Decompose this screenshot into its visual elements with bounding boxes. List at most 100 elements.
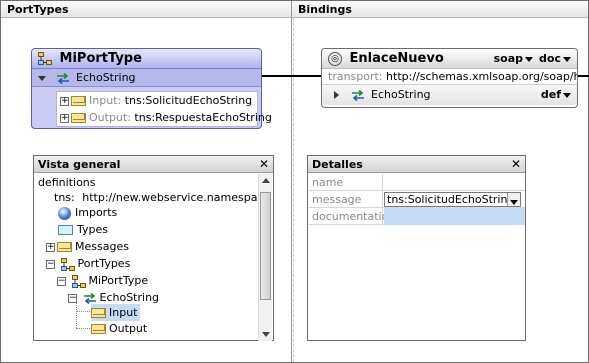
porttype-binding-connector <box>262 75 322 77</box>
details-panel-header: Detalles ✕ <box>308 156 525 173</box>
tree-line <box>76 328 90 329</box>
imports-icon <box>58 206 71 220</box>
binding-operation-name[interactable]: EchoString <box>371 88 431 101</box>
output-label: Output: <box>89 111 131 124</box>
binding-icon: ◎ <box>328 51 342 66</box>
bindings-column-header: Bindings <box>292 1 588 18</box>
scroll-down-icon[interactable] <box>262 332 270 337</box>
envelope-icon <box>91 308 106 318</box>
types-label: Types <box>77 223 108 236</box>
transport-label: transport: <box>328 70 383 83</box>
envelope-icon <box>57 242 72 252</box>
binding-transport-row[interactable]: transport: http://schemas.xmlsoap.org/so… <box>322 69 577 85</box>
input-label: Input: <box>89 94 122 107</box>
transport-value[interactable]: http://schemas.xmlsoap.org/soap/http <box>386 70 577 83</box>
tree-item-messages[interactable]: + Messages <box>46 238 129 255</box>
overview-panel-title: Vista general <box>38 158 121 171</box>
expand-arrow-icon[interactable] <box>334 91 339 99</box>
tree-item-miporttype[interactable]: − MiPortType <box>57 272 148 289</box>
porttype-icon <box>60 257 75 271</box>
tree-line <box>76 301 77 328</box>
input-item-label: Input <box>109 306 138 319</box>
select-dropdown-button[interactable] <box>507 193 520 206</box>
overview-panel: Vista general ✕ definitions tns: http://… <box>33 155 274 341</box>
envelope-icon <box>71 113 86 123</box>
column-divider[interactable] <box>291 1 292 362</box>
messages-label: Messages <box>75 240 129 253</box>
tns-value: http://new.webservice.namespace <box>82 191 271 204</box>
output-message-value[interactable]: tns:RespuestaEchoString <box>134 111 271 124</box>
scrollbar-thumb[interactable] <box>260 192 271 300</box>
tree-item-types[interactable]: Types <box>58 221 108 238</box>
binding-style-value: doc <box>539 52 561 65</box>
imports-label: Imports <box>75 206 118 219</box>
porttype-icon <box>71 274 86 288</box>
overview-panel-header: Vista general ✕ <box>34 156 273 173</box>
details-row-documentation[interactable]: documentation <box>309 208 525 225</box>
expand-plus-icon[interactable]: + <box>60 96 69 106</box>
column-guide <box>293 18 294 362</box>
details-key-documentation: documentation <box>309 208 395 225</box>
details-panel-title: Detalles <box>312 158 363 171</box>
details-key-message: message <box>309 191 383 208</box>
binding-protocol-dropdown[interactable]: soap <box>494 49 533 69</box>
collapse-minus-icon[interactable]: − <box>46 259 55 269</box>
details-row-name[interactable]: name <box>309 174 525 191</box>
expand-plus-icon[interactable]: + <box>46 242 55 252</box>
envelope-icon <box>71 96 86 106</box>
operation-arrows-icon <box>83 292 96 304</box>
details-grid: name message tns:SolicitudEchoString doc… <box>309 174 525 225</box>
porttype-box[interactable]: MiPortType EchoString + Input: tns:Solici… <box>31 48 272 129</box>
tree-line <box>76 311 90 312</box>
details-panel: Detalles ✕ name message tns:SolicitudEch… <box>307 155 526 341</box>
tree-item-output[interactable]: Output <box>91 320 147 337</box>
binding-box[interactable]: ◎ EnlaceNuevo soap doc transport: http:/… <box>321 48 578 108</box>
binding-connector-out <box>578 75 589 77</box>
close-icon[interactable]: ✕ <box>511 156 521 173</box>
types-icon <box>58 225 73 235</box>
details-value-documentation[interactable] <box>384 208 525 225</box>
porttype-output-row[interactable]: + Output: tns:RespuestaEchoString <box>57 109 272 126</box>
chevron-down-icon <box>510 199 518 205</box>
overview-scrollbar[interactable] <box>258 174 272 341</box>
operation-style-dropdown[interactable]: def <box>541 85 571 105</box>
porttype-header[interactable]: MiPortType <box>32 49 261 69</box>
tree-item-input[interactable]: Input <box>91 304 141 321</box>
porttype-input-row[interactable]: + Input: tns:SolicitudEchoString <box>57 92 257 109</box>
miporttype-label: MiPortType <box>88 274 149 287</box>
binding-operation-row[interactable]: EchoString def <box>322 85 577 105</box>
details-key-name: name <box>309 174 383 191</box>
collapse-minus-icon[interactable]: − <box>57 276 66 286</box>
echostring-label: EchoString <box>99 291 160 304</box>
binding-protocol-value: soap <box>493 52 523 65</box>
close-icon[interactable]: ✕ <box>259 156 269 173</box>
porttype-icon <box>38 52 52 65</box>
output-item-label: Output <box>109 322 148 335</box>
input-message-value[interactable]: tns:SolicitudEchoString <box>125 94 252 107</box>
porttypes-column-header: PortTypes <box>1 1 291 18</box>
collapse-arrow-icon[interactable] <box>38 75 46 81</box>
porttype-messages: + Input: tns:SolicitudEchoString + Output:… <box>56 91 272 127</box>
bindings-column-title: Bindings <box>298 3 352 16</box>
details-row-message[interactable]: message tns:SolicitudEchoString <box>309 191 525 208</box>
scroll-up-icon[interactable] <box>262 178 270 183</box>
operation-arrows-icon <box>56 72 69 84</box>
chevron-down-icon <box>563 56 571 62</box>
binding-header[interactable]: ◎ EnlaceNuevo soap doc <box>322 49 577 69</box>
message-select-value: tns:SolicitudEchoString <box>387 193 515 206</box>
tree-root-label: definitions <box>38 176 96 189</box>
operation-style-value: def <box>540 88 561 101</box>
porttype-name[interactable]: MiPortType <box>60 51 142 66</box>
tns-label: tns: <box>54 191 75 204</box>
message-select[interactable]: tns:SolicitudEchoString <box>384 192 521 207</box>
tree-item-imports[interactable]: Imports <box>58 204 117 221</box>
chevron-down-icon <box>563 92 571 98</box>
porttype-operation-name[interactable]: EchoString <box>76 71 136 84</box>
porttypes-label: PortTypes <box>77 257 131 270</box>
binding-style-dropdown[interactable]: doc <box>539 49 571 69</box>
porttype-operation-row[interactable]: EchoString <box>32 69 261 87</box>
details-value-name[interactable] <box>384 174 525 191</box>
binding-name[interactable]: EnlaceNuevo <box>350 51 444 66</box>
tree-item-porttypes[interactable]: − PortTypes <box>46 255 130 272</box>
expand-plus-icon[interactable]: + <box>60 113 69 123</box>
